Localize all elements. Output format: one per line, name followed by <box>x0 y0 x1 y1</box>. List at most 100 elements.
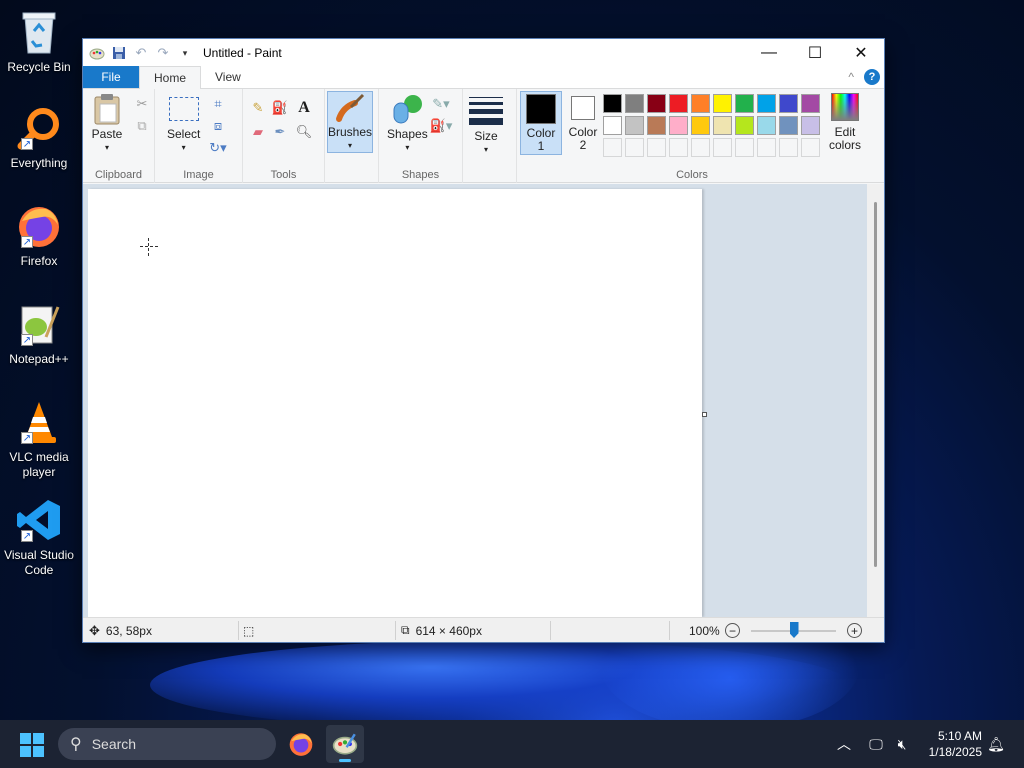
custom-color-slot[interactable] <box>713 138 732 157</box>
redo-icon[interactable]: ↷ <box>155 45 171 61</box>
fill-icon[interactable]: ⛽▾ <box>429 117 453 135</box>
line-size-icon <box>469 95 503 127</box>
vertical-scrollbar[interactable] <box>867 184 884 617</box>
windows-logo-icon <box>20 733 31 744</box>
customize-toolbar-icon[interactable]: ▾ <box>177 45 193 61</box>
quick-access-toolbar: ↶ ↷ ▾ <box>83 45 193 61</box>
custom-color-slot[interactable] <box>669 138 688 157</box>
tab-view[interactable]: View <box>201 66 255 88</box>
color-swatch[interactable] <box>713 116 732 135</box>
color1-button[interactable]: Color 1 <box>520 91 562 155</box>
color-swatch[interactable] <box>647 116 666 135</box>
zoom-slider-thumb[interactable] <box>789 622 799 638</box>
desktop-icon-vscode[interactable]: ↗ Visual Studio Code <box>4 496 74 578</box>
edit-colors-button[interactable]: Edit colors <box>823 91 867 152</box>
custom-color-slot[interactable] <box>779 138 798 157</box>
pencil-icon[interactable]: ✎ <box>249 99 267 117</box>
taskbar-paint[interactable] <box>326 725 364 763</box>
desktop-icon-recycle-bin[interactable]: Recycle Bin <box>4 8 74 75</box>
color-swatch[interactable] <box>691 94 710 113</box>
color-swatch[interactable] <box>691 116 710 135</box>
brushes-button[interactable]: Brushes ▾ <box>327 91 373 153</box>
desktop-icon-notepadpp[interactable]: ↗ Notepad++ <box>4 300 74 367</box>
volume-muted-icon[interactable]: 🔇︎ <box>892 734 912 754</box>
cut-icon[interactable]: ✂ <box>133 95 151 113</box>
magnifier-icon[interactable]: 🔍︎ <box>295 123 313 141</box>
color-swatch[interactable] <box>603 116 622 135</box>
crop-icon[interactable]: ⌗ <box>209 95 227 113</box>
start-button[interactable] <box>20 733 44 757</box>
collapse-ribbon-icon[interactable]: ^ <box>848 70 854 84</box>
desktop-icon-everything[interactable]: ↗ Everything <box>4 104 74 171</box>
resize-icon[interactable]: ⧈ <box>209 117 227 135</box>
color-swatch[interactable] <box>603 94 622 113</box>
desktop-icon-firefox[interactable]: ↗ Firefox <box>4 202 74 269</box>
eraser-icon[interactable]: ▰ <box>249 123 267 141</box>
desktop-icon-label: Firefox <box>20 254 58 268</box>
shapes-button[interactable]: Shapes ▾ <box>387 93 428 154</box>
taskbar-search[interactable]: ⚲ Search <box>58 728 276 760</box>
undo-icon[interactable]: ↶ <box>133 45 149 61</box>
custom-color-slot[interactable] <box>757 138 776 157</box>
paste-button[interactable]: Paste ▾ <box>91 93 123 154</box>
fill-bucket-icon[interactable]: ⛽ <box>271 99 289 117</box>
scrollbar-thumb[interactable] <box>874 202 877 567</box>
taskbar-firefox[interactable] <box>282 725 320 763</box>
color-swatch[interactable] <box>779 94 798 113</box>
shortcut-arrow-icon: ↗ <box>21 334 33 346</box>
status-divider <box>395 621 396 640</box>
custom-color-slot[interactable] <box>603 138 622 157</box>
zoom-in-button[interactable]: + <box>847 623 862 638</box>
custom-color-slot[interactable] <box>625 138 644 157</box>
rotate-icon[interactable]: ↻▾ <box>209 139 227 157</box>
color-swatch[interactable] <box>669 116 688 135</box>
color-swatch[interactable] <box>625 94 644 113</box>
custom-color-slot[interactable] <box>735 138 754 157</box>
size-button[interactable]: Size ▾ <box>469 95 503 156</box>
drawing-canvas[interactable] <box>88 189 702 617</box>
status-divider <box>669 621 670 640</box>
maximize-button[interactable]: ☐ <box>792 39 838 67</box>
tab-home[interactable]: Home <box>139 66 202 89</box>
color-swatch[interactable] <box>735 116 754 135</box>
zoom-out-button[interactable]: − <box>725 623 740 638</box>
notification-bell-icon[interactable]: 🔔︎ <box>986 734 1006 754</box>
desktop-icon-vlc[interactable]: ↗ VLC media player <box>4 398 74 480</box>
paint-window: ↶ ↷ ▾ Untitled - Paint — ☐ ✕ File Home V… <box>82 38 885 643</box>
title-bar: ↶ ↷ ▾ Untitled - Paint — ☐ ✕ <box>83 39 884 67</box>
copy-icon[interactable]: ⧉ <box>133 117 151 135</box>
search-placeholder: Search <box>91 736 137 752</box>
custom-color-slot[interactable] <box>647 138 666 157</box>
minimize-button[interactable]: — <box>746 39 792 67</box>
tab-file[interactable]: File <box>83 66 139 88</box>
custom-color-slot[interactable] <box>801 138 820 157</box>
network-icon[interactable]: 🖵︎ <box>866 734 886 754</box>
color-swatch[interactable] <box>779 116 798 135</box>
color-swatch[interactable] <box>735 94 754 113</box>
clock[interactable]: 5:10 AM 1/18/2025 <box>929 728 982 760</box>
color2-button[interactable]: Color 2 <box>564 91 602 155</box>
desktop-icon-label: Visual Studio Code <box>4 548 74 577</box>
close-button[interactable]: ✕ <box>838 39 884 67</box>
shortcut-arrow-icon: ↗ <box>21 432 33 444</box>
color-swatch[interactable] <box>713 94 732 113</box>
dropdown-arrow-icon: ▾ <box>181 143 186 152</box>
select-button[interactable]: Select ▾ <box>167 93 200 154</box>
color-swatch[interactable] <box>669 94 688 113</box>
color-swatch[interactable] <box>757 94 776 113</box>
color-swatch[interactable] <box>801 116 820 135</box>
save-icon[interactable] <box>111 45 127 61</box>
zoom-level: 100% <box>689 623 720 638</box>
resize-handle-right[interactable] <box>702 412 707 417</box>
color-swatch[interactable] <box>757 116 776 135</box>
help-icon[interactable]: ? <box>864 69 880 85</box>
color-picker-icon[interactable]: ✒ <box>271 123 289 141</box>
color-swatch[interactable] <box>801 94 820 113</box>
outline-icon[interactable]: ✎▾ <box>429 95 453 113</box>
text-icon[interactable]: A <box>295 99 313 117</box>
color-swatch[interactable] <box>647 94 666 113</box>
color-swatch[interactable] <box>625 116 644 135</box>
chevron-up-icon[interactable]: ︿ <box>834 734 854 754</box>
image-group: Select ▾ ⌗ ⧈ ↻▾ Image <box>155 89 243 183</box>
custom-color-slot[interactable] <box>691 138 710 157</box>
